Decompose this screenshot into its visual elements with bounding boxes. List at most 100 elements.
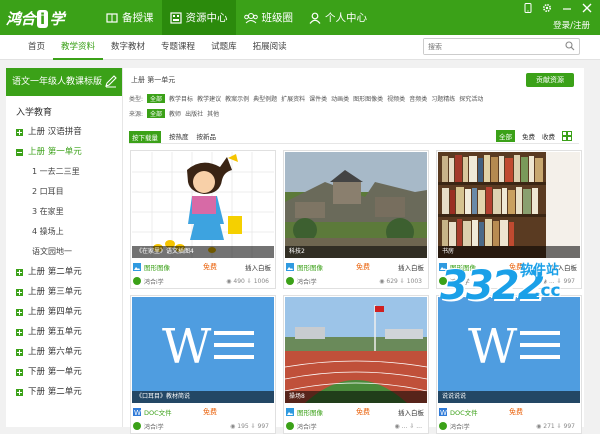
grid-view-icon[interactable] [562,131,572,141]
sidebar-item[interactable]: 上册 第六单元 [6,342,122,362]
resource-stats: 鸿合i学 ◉ ... ⇩ ... [286,420,426,432]
resource-card[interactable]: W 说说说说 W DOC文件 免费 鸿合i学 ◉ 271 ⇩ 997 [436,295,582,434]
download-count: ... [416,422,422,430]
resource-thumbnail[interactable]: W 《口耳目》教材简说 [132,297,274,403]
resource-meta: 图形图像 免费 插入白板 [286,261,426,273]
sidebar-subitem[interactable]: 2 口耳目 [6,182,122,202]
gear-icon[interactable] [542,3,552,13]
sidebar-item[interactable]: 上册 第四单元 [6,302,122,322]
nav-resource-center[interactable]: 资源中心 [161,0,236,35]
filter-option[interactable]: 教学目标 [169,94,193,103]
tab-digital-textbook[interactable]: 数字教材 [103,35,153,60]
filter-option[interactable]: 教学建议 [197,94,221,103]
filter-option[interactable]: 探究活动 [459,94,483,103]
expand-icon [16,388,23,396]
insert-whiteboard-button[interactable]: 插入白板 [398,262,424,272]
resource-card[interactable]: 操场8 图形图像 免费 插入白板 鸿合i学 ◉ ... ⇩ ... [283,295,429,434]
sidebar-subitem[interactable]: 语文园地一 [6,242,122,262]
insert-whiteboard-button[interactable]: 插入白板 [245,262,271,272]
resource-thumbnail[interactable]: 操场8 [285,297,427,403]
sort-option[interactable]: 按热度 [169,131,189,143]
filter-option[interactable]: 全部 [147,109,166,118]
sidebar-item-open[interactable]: 上册 第一单元 [6,142,122,162]
user-icon [309,12,321,24]
girl-feeding-chicks-image [132,152,274,258]
filter-option[interactable]: 课件类 [309,94,327,103]
resource-card[interactable]: W 《口耳目》教材简说 W DOC文件 免费 鸿合i学 ◉ 195 ⇩ 997 [130,295,276,434]
sidebar-item[interactable]: 上册 第三单元 [6,282,122,302]
sidebar-item[interactable]: 下册 第二单元 [6,382,122,402]
price-badge: 免费 [356,263,370,271]
expand-icon [16,308,23,316]
resource-card[interactable]: 《在家里》语文插图4 图形图像 免费 插入白板 鸿合i学 ◉ 490 ⇩ 100… [130,150,276,289]
tab-topic-courses[interactable]: 专题课程 [153,35,203,60]
sort-option[interactable]: 按新品 [197,131,217,143]
filter-option[interactable]: 音频类 [409,94,427,103]
sidebar-item[interactable]: 上册 汉语拼音 [6,122,122,142]
tab-extended-reading[interactable]: 拓展阅读 [245,35,295,60]
nav-personal-center[interactable]: 个人中心 [301,0,375,35]
sidebar-item[interactable]: 上册 第五单元 [6,322,122,342]
search-input[interactable] [424,39,554,54]
resource-thumbnail[interactable]: 书房 [438,152,580,258]
filter-option[interactable]: 出版社 [185,109,203,118]
view-count: 629 [386,277,398,285]
sidebar-section-title[interactable]: 入学教育 [6,96,122,122]
type-filter: 类型: 全部 教学目标 教学建议 教案示例 典型例题 扩展资料 课件类 动画类 … [129,94,483,103]
contribute-button[interactable]: 贡献资源 [526,73,574,87]
playground-image [285,297,427,403]
tab-teaching-materials[interactable]: 教学资料 [53,35,104,60]
sidebar-item-label: 上册 第五单元 [28,327,82,337]
price-option[interactable]: 全部 [496,130,515,142]
resource-caption: 科技2 [285,246,427,258]
view-count: ... [401,422,408,430]
price-option[interactable]: 收费 [542,131,555,141]
resource-caption: 说说说说 [438,391,580,403]
sidebar-subitem[interactable]: 3 在家里 [6,202,122,222]
phone-icon[interactable] [524,3,532,13]
sidebar-item[interactable]: 上册 第二单元 [6,262,122,282]
resource-thumbnail[interactable]: 《在家里》语文插图4 [132,152,274,258]
resource-thumbnail[interactable]: 科技2 [285,152,427,258]
insert-whiteboard-button[interactable]: 插入白板 [398,407,424,417]
filter-option[interactable]: 全部 [147,94,166,103]
filter-option[interactable]: 扩展资料 [281,94,305,103]
word-document-icon: W [132,297,274,403]
filter-option[interactable]: 动画类 [331,94,349,103]
sidebar-item-label: 上册 第二单元 [28,267,82,277]
close-icon[interactable] [582,3,592,13]
sort-option[interactable]: 按下载量 [129,131,161,143]
nav-class-circle[interactable]: 班级圈 [236,0,302,35]
author-icon [286,277,294,285]
textbook-selector[interactable]: 语文一年级人教课标版 [6,68,122,96]
filter-option[interactable]: 图形图像类 [353,94,383,103]
nav-prepare[interactable]: 备授课 [98,0,162,35]
search-icon[interactable] [565,41,575,51]
view-download-count: ◉ 629 ⇩ 1003 [379,277,422,285]
filter-option[interactable]: 习题精练 [431,94,455,103]
tab-question-bank[interactable]: 试题库 [203,35,245,60]
doc-type-icon: W [439,408,447,416]
sidebar-item[interactable]: 下册 第一单元 [6,362,122,382]
folder-icon [169,11,182,24]
expand-icon [16,328,23,336]
textbook-title: 语文一年级人教课标版 [12,77,103,87]
resource-stats: 鸿合i学 ◉ 490 ⇩ 1006 [133,275,273,287]
filter-option[interactable]: 其他 [207,109,219,118]
tab-home[interactable]: 首页 [20,35,53,60]
resource-card[interactable]: 科技2 图形图像 免费 插入白板 鸿合i学 ◉ 629 ⇩ 1003 [283,150,429,289]
price-option[interactable]: 免费 [522,131,535,141]
sidebar-subitem[interactable]: 1 一去二三里 [6,162,122,182]
filter-option[interactable]: 教师 [169,109,181,118]
filter-option[interactable]: 典型例题 [253,94,277,103]
expand-icon [16,368,23,376]
view-download-count: ◉ 490 ⇩ 1006 [226,277,269,285]
filter-option[interactable]: 教案示例 [225,94,249,103]
filter-option[interactable]: 视频类 [387,94,405,103]
sidebar-item-label: 上册 第六单元 [28,347,82,357]
pencil-icon[interactable] [104,74,118,88]
login-link[interactable]: 登录/注册 [553,19,590,31]
resource-type: DOC文件 [450,409,478,417]
sidebar-subitem[interactable]: 4 操场上 [6,222,122,242]
minimize-icon[interactable] [562,3,572,13]
